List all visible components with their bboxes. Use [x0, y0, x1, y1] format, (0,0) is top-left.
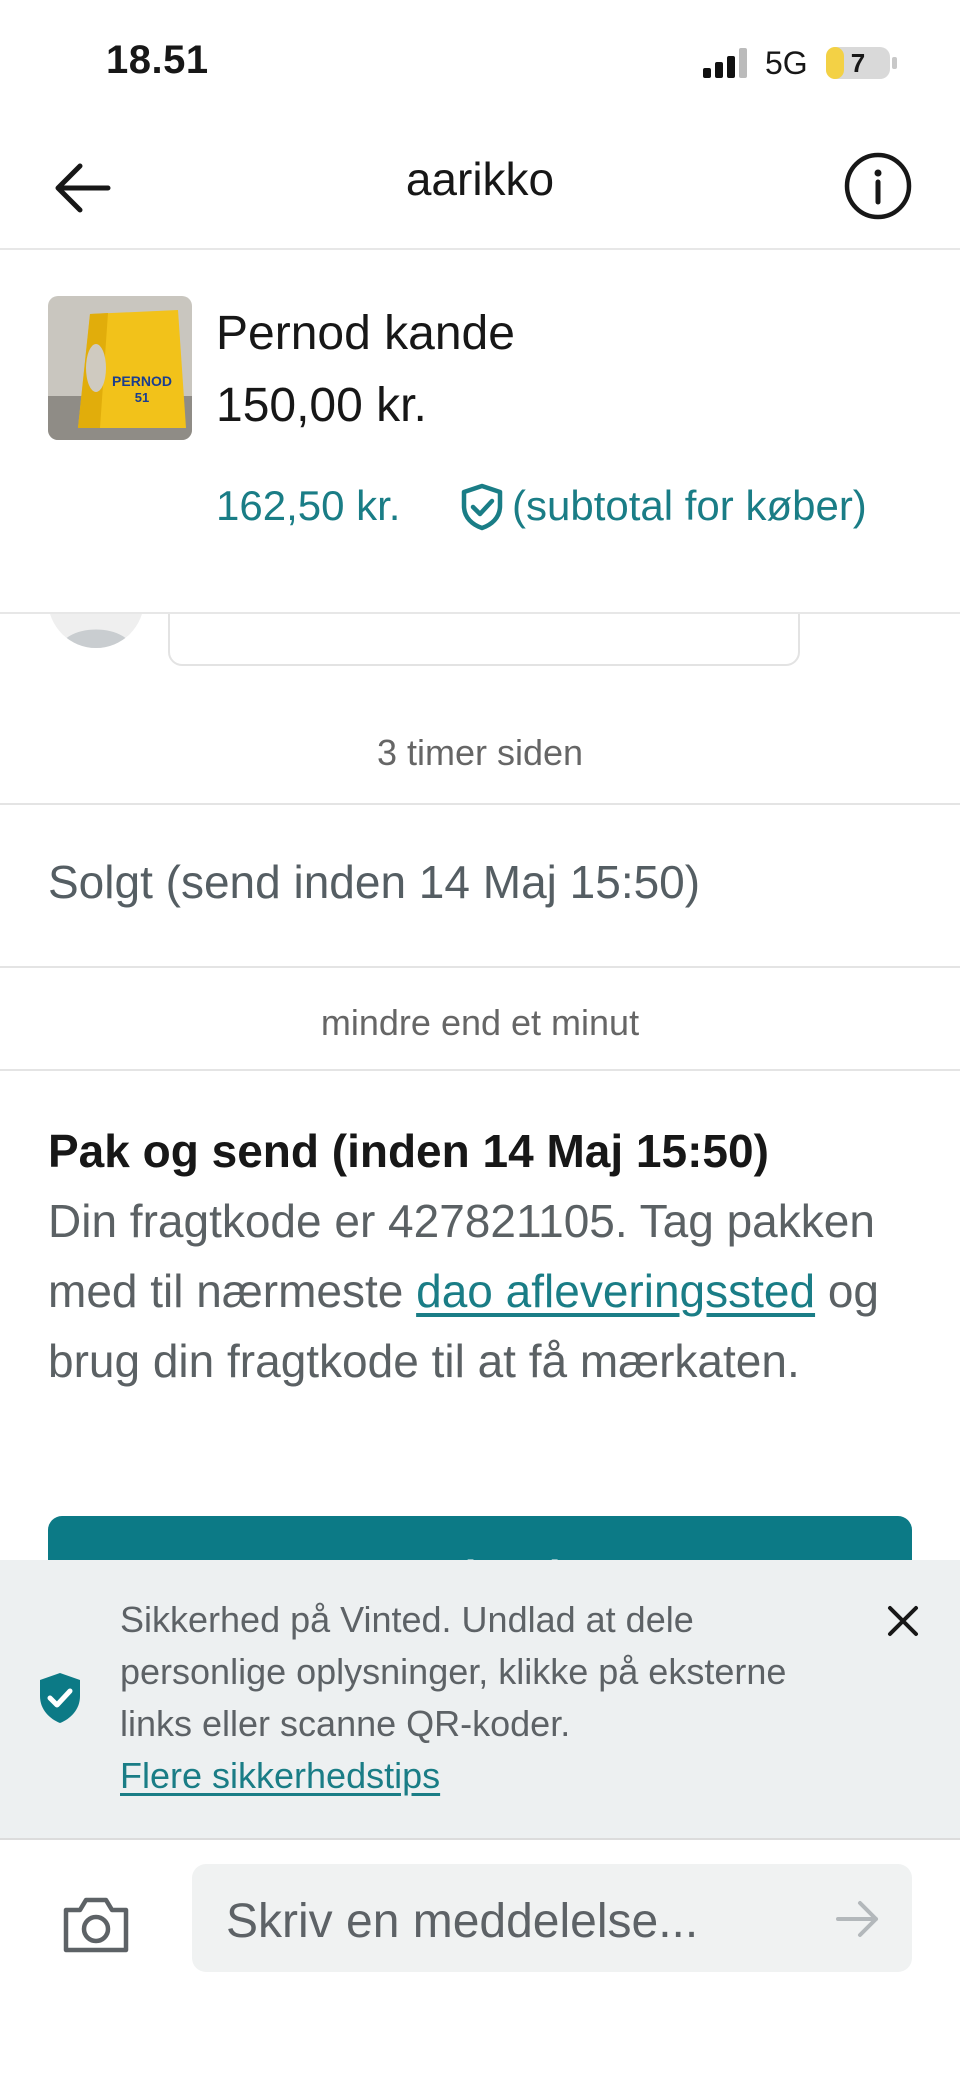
chat-header: aarikko — [0, 120, 960, 250]
buyer-subtotal-note: (subtotal for køber) — [512, 482, 867, 529]
product-title: Pernod kande — [216, 307, 515, 360]
message-timestamp: mindre end et minut — [320, 1002, 640, 1043]
product-summary[interactable]: PERNOD 51 Pernod kande 150,00 kr. 162,50… — [0, 250, 960, 614]
message-timestamp: 3 timer siden — [376, 732, 584, 773]
message-placeholder: Skriv en meddelelse... — [226, 1895, 699, 1948]
message-input[interactable]: Skriv en meddelelse... — [192, 1864, 912, 1972]
action-body: Din fragtkode er 427821105. Tag pakken m… — [48, 1186, 918, 1396]
action-title: Pak og send (inden 14 Maj 15:50) — [48, 1125, 769, 1177]
signal-icon — [703, 48, 751, 78]
camera-icon — [63, 1897, 129, 1953]
buyer-price: 162,50 kr. — [216, 482, 401, 529]
close-banner-button[interactable] — [878, 1596, 928, 1646]
page-title: aarikko — [405, 153, 555, 205]
product-thumbnail[interactable]: PERNOD 51 — [48, 296, 192, 440]
divider — [0, 1069, 960, 1071]
network-label: 5G — [765, 45, 808, 81]
status-time: 18.51 — [106, 38, 209, 82]
dropoff-link[interactable]: dao afleveringssted — [416, 1265, 815, 1317]
shield-check-icon — [40, 1673, 80, 1723]
battery-label: 7 — [850, 48, 866, 78]
user-icon — [59, 629, 133, 648]
divider — [0, 803, 960, 805]
shield-check-icon — [461, 483, 503, 531]
order-status: Solgt (send inden 14 Maj 15:50) — [48, 856, 701, 908]
battery-nub — [892, 57, 897, 69]
avatar[interactable] — [48, 614, 144, 648]
product-price: 150,00 kr. — [216, 379, 427, 432]
safety-banner: Sikkerhed på Vinted. Undlad at dele pers… — [0, 1560, 960, 1840]
camera-button[interactable] — [60, 1892, 132, 1956]
previous-message — [0, 614, 960, 704]
message-composer: Skriv en meddelelse... — [0, 1842, 960, 2079]
safety-text: Sikkerhed på Vinted. Undlad at dele pers… — [120, 1594, 840, 1802]
safety-message: Sikkerhed på Vinted. Undlad at dele pers… — [120, 1599, 787, 1744]
thumb-text-1: PERNOD — [112, 373, 172, 389]
divider — [0, 966, 960, 968]
close-icon — [888, 1606, 918, 1636]
send-arrow-icon — [836, 1901, 878, 1937]
message-bubble — [168, 614, 800, 666]
battery-icon: 7 — [826, 47, 890, 79]
info-button[interactable] — [838, 146, 918, 226]
status-bar: 18.51 5G 7 — [0, 0, 960, 120]
thumb-text-2: 51 — [135, 390, 149, 405]
safety-tips-link[interactable]: Flere sikkerhedstips — [120, 1750, 440, 1802]
send-button[interactable] — [832, 1894, 882, 1944]
info-icon — [844, 152, 912, 220]
pitcher-image: PERNOD 51 — [48, 296, 192, 440]
